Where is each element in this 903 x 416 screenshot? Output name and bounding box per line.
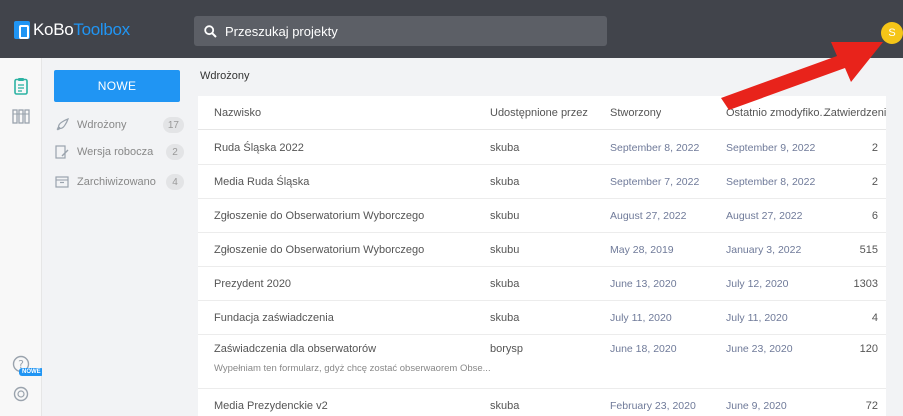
archive-icon — [54, 174, 70, 190]
project-owner: skuba — [490, 312, 520, 324]
project-submissions: 72 — [865, 400, 878, 412]
top-bar: KoBoToolbox S — [0, 0, 903, 58]
sidebar-item-count: 17 — [162, 117, 184, 133]
avatar[interactable]: S — [881, 22, 903, 44]
icon-rail: ? NOWE — [0, 58, 44, 416]
project-owner: skuba — [490, 142, 520, 154]
column-header-name[interactable]: Nazwisko — [214, 96, 261, 130]
table-header: Nazwisko Udostępnione przez Stworzony Os… — [198, 96, 886, 130]
search-bar[interactable] — [194, 16, 607, 46]
project-name[interactable]: Zaświadczenia dla obserwatorów — [214, 335, 376, 363]
table-row[interactable]: Zaświadczenia dla obserwatorów borysp June… — [198, 335, 886, 389]
project-owner: skuba — [490, 400, 520, 412]
sidebar-item-count: 2 — [166, 144, 184, 160]
column-header-created[interactable]: Stworzony — [610, 96, 661, 130]
avatar-letter: S — [888, 27, 896, 39]
new-project-button[interactable]: NOWE — [54, 70, 180, 102]
new-badge: NOWE — [19, 368, 44, 376]
project-created-date: September 7, 2022 — [610, 176, 700, 188]
project-submissions: 1303 — [853, 278, 878, 290]
project-name[interactable]: Ruda Śląska 2022 — [214, 131, 304, 165]
table-row[interactable]: Prezydent 2020 skuba June 13, 2020 July 12,… — [198, 267, 886, 301]
clipboard-icon[interactable] — [11, 76, 31, 96]
project-modified-date: August 27, 2022 — [726, 210, 803, 222]
project-owner: skuba — [490, 278, 520, 290]
table-row[interactable]: Zgłoszenie do Obserwatorium Wyborczego sk… — [198, 233, 886, 267]
kobotoolbox-logo[interactable]: KoBoToolbox — [14, 20, 130, 40]
draft-icon — [54, 144, 70, 160]
sidebar-item-count: 4 — [166, 174, 184, 190]
table-row[interactable]: Zgłoszenie do Obserwatorium Wyborczego sk… — [198, 199, 886, 233]
search-input[interactable] — [225, 23, 585, 39]
sidebar-item-label: Wdrożony — [77, 119, 127, 131]
project-modified-date: June 23, 2020 — [726, 343, 793, 355]
library-icon[interactable] — [11, 106, 31, 126]
rocket-icon — [54, 117, 70, 133]
projects-table: Nazwisko Udostępnione przez Stworzony Os… — [198, 96, 886, 416]
project-name[interactable]: Media Ruda Śląska — [214, 165, 309, 199]
project-owner: skuba — [490, 176, 520, 188]
project-created-date: August 27, 2022 — [610, 210, 687, 222]
project-created-date: June 18, 2020 — [610, 343, 677, 355]
project-name[interactable]: Media Prezydenckie v2 — [214, 389, 328, 416]
column-header-modified[interactable]: Ostatnio zmodyfiko... — [726, 96, 830, 130]
project-modified-date: June 9, 2020 — [726, 400, 787, 412]
project-submissions: 515 — [859, 244, 878, 256]
logo-text-toolbox: Toolbox — [73, 20, 130, 39]
project-description: Wypełniam ten formularz, gdyż chcę zosta… — [214, 363, 491, 374]
project-modified-date: July 12, 2020 — [726, 278, 789, 290]
project-name[interactable]: Fundacja zaświadczenia — [214, 301, 334, 335]
logo-text-kobo: KoBo — [33, 20, 74, 39]
logo-icon — [14, 21, 30, 39]
sidebar-item-label: Zarchiwizowano — [77, 176, 156, 188]
project-name[interactable]: Zgłoszenie do Obserwatorium Wyborczego — [214, 199, 424, 233]
project-submissions: 2 — [871, 176, 878, 188]
projects-main: Wdrożony Nazwisko Udostępnione przez Stw… — [190, 58, 903, 416]
project-name[interactable]: Zgłoszenie do Obserwatorium Wyborczego — [214, 233, 424, 267]
project-submissions: 2 — [871, 142, 878, 154]
project-submissions: 6 — [871, 210, 878, 222]
section-title: Wdrożony — [200, 70, 250, 82]
project-owner: borysp — [490, 343, 524, 355]
support-icon[interactable] — [11, 384, 31, 404]
project-name[interactable]: Prezydent 2020 — [214, 267, 291, 301]
project-modified-date: July 11, 2020 — [726, 312, 788, 324]
project-created-date: May 28, 2019 — [610, 244, 674, 256]
project-created-date: July 11, 2020 — [610, 312, 672, 324]
project-owner: skubu — [490, 244, 520, 256]
project-owner: skubu — [490, 210, 520, 222]
sidebar-item-archived[interactable]: Zarchiwizowano 4 — [54, 171, 184, 193]
search-icon — [204, 24, 217, 38]
sidebar-item-label: Wersja robocza — [77, 146, 154, 158]
project-submissions: 120 — [859, 343, 878, 355]
projects-sidebar: NOWE Wdrożony 17 Wersja robocza 2 Zarchi… — [42, 58, 190, 416]
project-created-date: June 13, 2020 — [610, 278, 677, 290]
table-row[interactable]: Media Ruda Śląska skuba September 7, 2022 S… — [198, 165, 886, 199]
table-row[interactable]: Fundacja zaświadczenia skuba July 11, 2020… — [198, 301, 886, 335]
project-created-date: February 23, 2020 — [610, 400, 696, 412]
project-submissions: 4 — [871, 312, 878, 324]
table-row[interactable]: Media Prezydenckie v2 skuba February 23, 2… — [198, 389, 886, 416]
project-created-date: September 8, 2022 — [610, 142, 700, 154]
sidebar-item-draft[interactable]: Wersja robocza 2 — [54, 141, 184, 163]
table-row[interactable]: Ruda Śląska 2022 skuba September 8, 2022 Se… — [198, 131, 886, 165]
sidebar-item-deployed[interactable]: Wdrożony 17 — [54, 114, 184, 136]
project-modified-date: January 3, 2022 — [726, 244, 802, 256]
column-header-owner[interactable]: Udostępnione przez — [490, 96, 588, 130]
column-header-submissions[interactable]: Zatwierdzenia — [824, 96, 886, 130]
